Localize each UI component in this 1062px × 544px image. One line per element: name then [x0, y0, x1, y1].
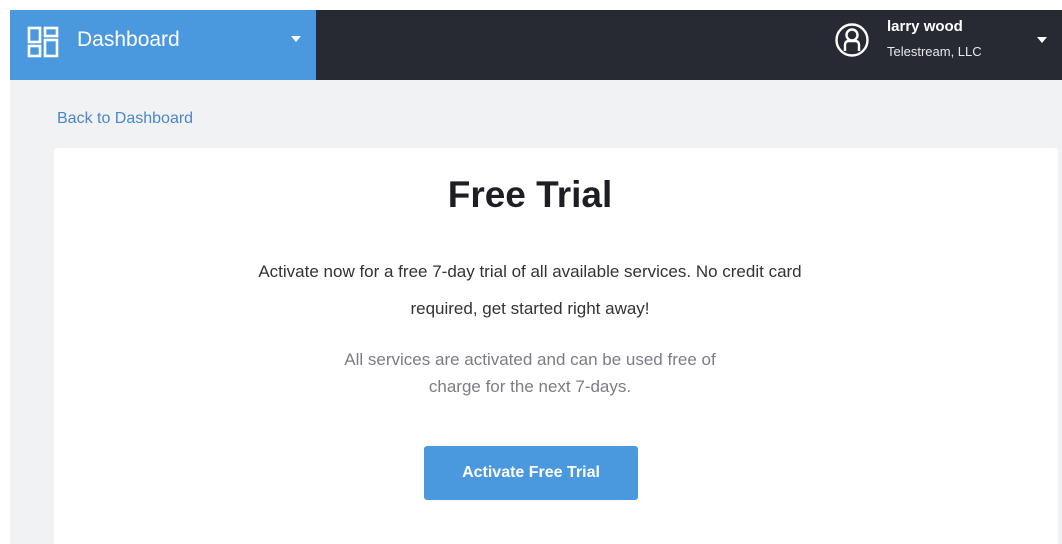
app-frame: Dashboard larry wood Telestream, LLC Bac…	[10, 10, 1062, 544]
user-menu[interactable]: larry wood Telestream, LLC	[830, 10, 1062, 80]
free-trial-card: Free Trial Activate now for a free 7-day…	[54, 148, 1058, 544]
trial-note: All services are activated and can be us…	[344, 350, 716, 396]
nav-label: Dashboard	[77, 28, 180, 51]
top-bar: Dashboard larry wood Telestream, LLC	[10, 10, 1062, 80]
user-name: larry wood	[887, 18, 963, 35]
page-title: Free Trial	[447, 174, 613, 215]
back-to-dashboard-link[interactable]: Back to Dashboard	[57, 110, 193, 128]
user-circle-icon	[835, 23, 869, 57]
dashboard-nav-dropdown[interactable]: Dashboard	[10, 10, 316, 80]
activate-free-trial-button[interactable]: Activate Free Trial	[424, 446, 638, 500]
caret-down-icon	[1037, 37, 1047, 43]
caret-down-icon	[291, 36, 301, 42]
trial-description: Activate now for a free 7-day trial of a…	[258, 262, 802, 318]
user-organization: Telestream, LLC	[887, 44, 982, 59]
dashboard-grid-icon	[27, 26, 59, 58]
